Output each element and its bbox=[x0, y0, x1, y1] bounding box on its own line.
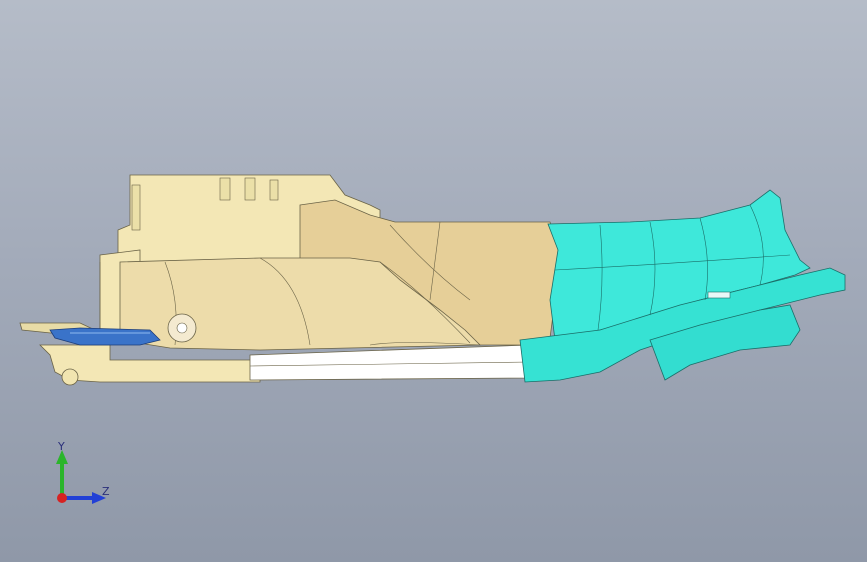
cad-model-view[interactable] bbox=[0, 0, 867, 562]
blue-insert-part[interactable] bbox=[49, 327, 161, 346]
z-axis-label: Z bbox=[102, 485, 110, 498]
x-axis-dot-icon bbox=[57, 493, 67, 503]
z-axis-arrow-icon bbox=[62, 492, 106, 504]
y-axis-label: Y bbox=[58, 440, 65, 453]
coordinate-triad bbox=[56, 450, 106, 504]
cad-viewport[interactable]: Y Z bbox=[0, 0, 867, 562]
y-axis-arrow-icon bbox=[56, 450, 68, 498]
cover-part[interactable] bbox=[519, 189, 846, 383]
